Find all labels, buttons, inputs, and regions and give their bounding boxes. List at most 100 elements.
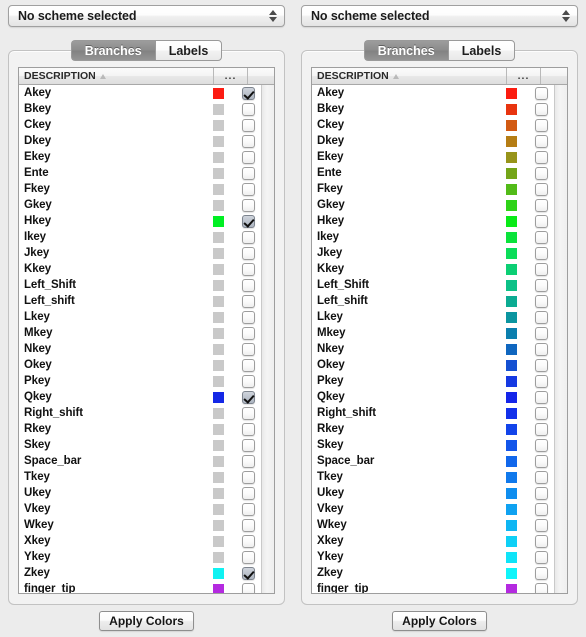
table-row[interactable]: Zkey [19,565,261,581]
row-color-cell[interactable] [494,583,528,593]
color-swatch[interactable] [212,375,224,387]
row-checkbox-cell[interactable] [235,438,261,452]
checkbox-unchecked-icon[interactable] [534,422,548,436]
apply-colors-button-left[interactable]: Apply Colors [99,611,194,631]
checkbox-unchecked-icon[interactable] [534,230,548,244]
color-swatch[interactable] [505,119,517,131]
color-swatch[interactable] [212,295,224,307]
checkbox-unchecked-icon[interactable] [241,358,255,372]
row-color-cell[interactable] [494,167,528,179]
row-checkbox-cell[interactable] [528,230,554,244]
color-swatch[interactable] [505,535,517,547]
table-row[interactable]: Right_shift [312,405,554,421]
row-color-cell[interactable] [201,583,235,593]
row-checkbox-cell[interactable] [528,262,554,276]
vertical-scrollbar-left[interactable] [261,85,274,593]
table-row[interactable]: Bkey [312,101,554,117]
color-swatch[interactable] [505,567,517,579]
column-header-description-left[interactable]: DESCRIPTION [19,68,214,84]
table-row[interactable]: Left_shift [312,293,554,309]
table-row[interactable]: Rkey [19,421,261,437]
row-color-cell[interactable] [201,375,235,387]
row-checkbox-cell[interactable] [528,358,554,372]
color-swatch[interactable] [212,343,224,355]
row-color-cell[interactable] [494,231,528,243]
color-swatch[interactable] [505,519,517,531]
row-color-cell[interactable] [201,439,235,451]
table-row[interactable]: Wkey [312,517,554,533]
row-checkbox-cell[interactable] [235,390,261,404]
row-color-cell[interactable] [201,487,235,499]
table-row[interactable]: Akey [312,85,554,101]
color-swatch[interactable] [212,279,224,291]
color-swatch[interactable] [212,583,224,593]
color-swatch[interactable] [212,183,224,195]
row-color-cell[interactable] [201,327,235,339]
color-swatch[interactable] [212,247,224,259]
row-color-cell[interactable] [494,87,528,99]
checkbox-unchecked-icon[interactable] [534,470,548,484]
row-color-cell[interactable] [494,263,528,275]
row-checkbox-cell[interactable] [528,118,554,132]
color-swatch[interactable] [212,551,224,563]
checkbox-unchecked-icon[interactable] [241,374,255,388]
table-row[interactable]: Xkey [19,533,261,549]
checkbox-checked-icon[interactable] [241,390,255,404]
table-row[interactable]: Ykey [19,549,261,565]
row-color-cell[interactable] [201,215,235,227]
color-swatch[interactable] [505,455,517,467]
row-checkbox-cell[interactable] [235,102,261,116]
checkbox-unchecked-icon[interactable] [241,198,255,212]
row-color-cell[interactable] [201,103,235,115]
row-checkbox-cell[interactable] [235,134,261,148]
row-checkbox-cell[interactable] [528,406,554,420]
row-checkbox-cell[interactable] [235,86,261,100]
row-checkbox-cell[interactable] [528,534,554,548]
checkbox-unchecked-icon[interactable] [534,198,548,212]
row-color-cell[interactable] [201,359,235,371]
checkbox-unchecked-icon[interactable] [534,534,548,548]
checkbox-unchecked-icon[interactable] [534,86,548,100]
row-checkbox-cell[interactable] [235,374,261,388]
table-row[interactable]: Fkey [19,181,261,197]
row-checkbox-cell[interactable] [528,438,554,452]
table-row[interactable]: Hkey [19,213,261,229]
row-checkbox-cell[interactable] [235,262,261,276]
scheme-select-right[interactable]: No scheme selected [301,5,578,27]
row-color-cell[interactable] [494,503,528,515]
checkbox-unchecked-icon[interactable] [534,582,548,593]
color-swatch[interactable] [505,471,517,483]
table-row[interactable]: Vkey [19,501,261,517]
row-checkbox-cell[interactable] [235,246,261,260]
table-row[interactable]: Fkey [312,181,554,197]
row-checkbox-cell[interactable] [528,182,554,196]
checkbox-unchecked-icon[interactable] [534,390,548,404]
table-row[interactable]: Left_Shift [312,277,554,293]
row-checkbox-cell[interactable] [235,470,261,484]
row-checkbox-cell[interactable] [235,198,261,212]
checkbox-unchecked-icon[interactable] [241,422,255,436]
color-swatch[interactable] [212,503,224,515]
checkbox-unchecked-icon[interactable] [534,518,548,532]
table-row[interactable]: Rkey [312,421,554,437]
row-checkbox-cell[interactable] [528,390,554,404]
row-checkbox-cell[interactable] [235,182,261,196]
row-checkbox-cell[interactable] [235,150,261,164]
color-swatch[interactable] [212,215,224,227]
color-swatch[interactable] [212,135,224,147]
table-row[interactable]: Skey [19,437,261,453]
checkbox-unchecked-icon[interactable] [534,278,548,292]
row-color-cell[interactable] [494,471,528,483]
row-checkbox-cell[interactable] [235,566,261,580]
row-checkbox-cell[interactable] [235,294,261,308]
color-swatch[interactable] [212,119,224,131]
checkbox-unchecked-icon[interactable] [534,310,548,324]
checkbox-unchecked-icon[interactable] [534,118,548,132]
row-color-cell[interactable] [494,279,528,291]
tab-labels-right[interactable]: Labels [447,40,516,61]
row-checkbox-cell[interactable] [528,102,554,116]
color-swatch[interactable] [505,199,517,211]
row-checkbox-cell[interactable] [528,486,554,500]
apply-colors-button-right[interactable]: Apply Colors [392,611,487,631]
checkbox-unchecked-icon[interactable] [241,342,255,356]
